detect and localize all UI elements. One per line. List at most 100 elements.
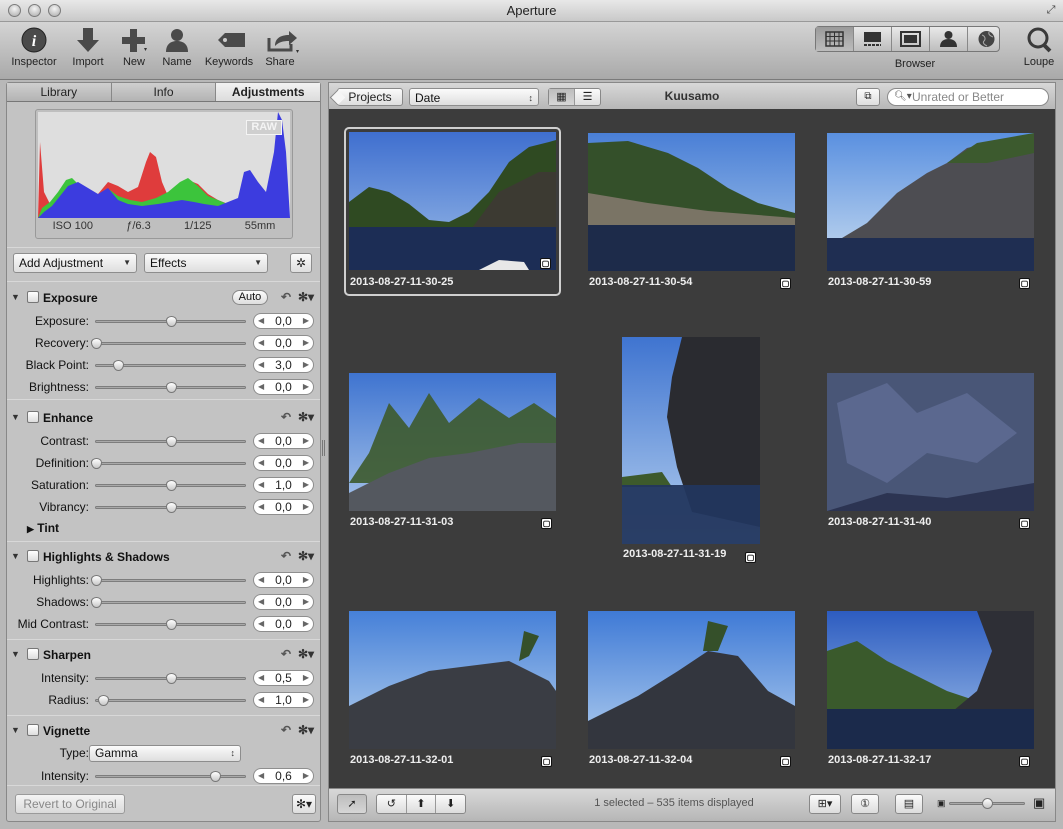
decrement-arrow-icon[interactable]: ◀ [258, 380, 264, 394]
increment-arrow-icon[interactable]: ▶ [303, 336, 309, 350]
slider-knob[interactable] [165, 673, 177, 684]
reset-icon[interactable]: ↶ [281, 410, 291, 424]
value-stepper[interactable]: ◀ 0,0 ▶ [253, 455, 314, 471]
value-stepper[interactable]: ◀ 0,0 ▶ [253, 594, 314, 610]
slider-track[interactable] [91, 458, 246, 469]
slider-track[interactable] [95, 695, 246, 706]
increment-arrow-icon[interactable]: ▶ [303, 769, 309, 783]
gear-icon[interactable]: ✻▾ [298, 410, 314, 424]
value-stepper[interactable]: ◀ 0,6 ▶ [253, 768, 314, 784]
minimize-window-button[interactable] [28, 4, 41, 17]
slider-track[interactable] [95, 480, 246, 491]
value-stepper[interactable]: ◀ 0,0 ▶ [253, 499, 314, 515]
inspector-button[interactable]: i Inspector [8, 26, 60, 68]
grid-view-button[interactable] [816, 27, 854, 51]
lift-button[interactable]: ⬇ [436, 795, 465, 813]
value-stepper[interactable]: ◀ 0,0 ▶ [253, 616, 314, 632]
slider-knob[interactable] [98, 695, 110, 706]
decrement-arrow-icon[interactable]: ◀ [258, 314, 264, 328]
value-stepper[interactable]: ◀ 1,0 ▶ [253, 477, 314, 493]
decrement-arrow-icon[interactable]: ◀ [258, 595, 264, 609]
increment-arrow-icon[interactable]: ▶ [303, 671, 309, 685]
decrement-arrow-icon[interactable]: ◀ [258, 671, 264, 685]
value-field[interactable]: 0,0 [266, 500, 301, 514]
zoom-window-button[interactable] [48, 4, 61, 17]
slider-knob[interactable] [165, 619, 177, 630]
slider-track[interactable] [91, 338, 246, 349]
close-window-button[interactable] [8, 4, 21, 17]
increment-arrow-icon[interactable]: ▶ [303, 617, 309, 631]
selection-tool-button[interactable]: ➚ [337, 794, 367, 814]
reset-icon[interactable]: ↶ [281, 549, 291, 563]
value-stepper[interactable]: ◀ 3,0 ▶ [253, 357, 314, 373]
increment-arrow-icon[interactable]: ▶ [303, 314, 309, 328]
slider-knob[interactable] [113, 360, 125, 371]
revert-to-original-button[interactable]: Revert to Original [15, 794, 125, 814]
value-field[interactable]: 0,0 [266, 434, 301, 448]
increment-arrow-icon[interactable]: ▶ [303, 595, 309, 609]
effects-popup[interactable]: Effects ▼ [144, 253, 268, 273]
reset-icon[interactable]: ↶ [281, 647, 291, 661]
value-stepper[interactable]: ◀ 0,5 ▶ [253, 670, 314, 686]
loupe-button[interactable]: Loupe [1020, 26, 1058, 68]
increment-arrow-icon[interactable]: ▶ [303, 380, 309, 394]
import-button[interactable]: Import [66, 26, 110, 68]
slider-knob[interactable] [91, 597, 102, 608]
slider-knob[interactable] [165, 382, 177, 393]
value-field[interactable]: 0,0 [266, 336, 301, 350]
faces-view-button[interactable] [930, 27, 968, 51]
tab-info[interactable]: Info [112, 83, 217, 101]
slider-track[interactable] [95, 360, 246, 371]
rotate-left-button[interactable]: ↺ [377, 795, 407, 813]
search-field[interactable]: 🔍︎▾ Unrated or Better [887, 88, 1049, 106]
increment-arrow-icon[interactable]: ▶ [303, 500, 309, 514]
increment-arrow-icon[interactable]: ▶ [303, 478, 309, 492]
value-field[interactable]: 0,6 [266, 769, 301, 783]
reset-icon[interactable]: ↶ [281, 290, 291, 304]
slider-knob[interactable] [982, 798, 993, 809]
photo-thumbnail[interactable]: ▢ 2013-08-27-11-30-59 [827, 133, 1034, 293]
keywords-button[interactable]: Keywords [202, 26, 256, 68]
decrement-arrow-icon[interactable]: ◀ [258, 769, 264, 783]
projects-back-button[interactable]: Projects [337, 88, 403, 106]
value-field[interactable]: 0,0 [266, 380, 301, 394]
slider-knob[interactable] [91, 575, 102, 586]
value-stepper[interactable]: ◀ 0,0 ▶ [253, 335, 314, 351]
photo-thumbnail[interactable]: ▢ 2013-08-27-11-30-25 [344, 127, 561, 296]
add-adjustment-popup[interactable]: Add Adjustment ▼ [13, 253, 137, 273]
slider-track[interactable] [95, 619, 246, 630]
viewer-view-button[interactable] [892, 27, 930, 51]
fullscreen-icon[interactable]: ⤢ [1045, 4, 1057, 16]
value-field[interactable]: 0,0 [266, 595, 301, 609]
value-field[interactable]: 1,0 [266, 693, 301, 707]
slider-knob[interactable] [165, 480, 177, 491]
increment-arrow-icon[interactable]: ▶ [303, 573, 309, 587]
value-field[interactable]: 0,0 [266, 617, 301, 631]
value-stepper[interactable]: ◀ 1,0 ▶ [253, 692, 314, 708]
gear-icon[interactable]: ✻▾ [298, 723, 314, 737]
primary-only-button[interactable]: ① [851, 794, 879, 814]
share-button[interactable]: Share [260, 26, 300, 68]
value-field[interactable]: 0,0 [266, 456, 301, 470]
photo-thumbnail[interactable]: ▢ 2013-08-27-11-32-17 [827, 611, 1034, 771]
sort-popup[interactable]: Date ↕ [409, 88, 539, 106]
decrement-arrow-icon[interactable]: ◀ [258, 573, 264, 587]
metadata-overlay-button[interactable]: ▤ [895, 794, 923, 814]
increment-arrow-icon[interactable]: ▶ [303, 434, 309, 448]
new-button[interactable]: New [116, 26, 152, 68]
vignette-type-popup[interactable]: Gamma ↕ [89, 745, 241, 762]
thumbnail-size-slider[interactable] [949, 798, 1025, 809]
auto-exposure-button[interactable]: Auto [232, 290, 268, 305]
value-field[interactable]: 0,5 [266, 671, 301, 685]
decrement-arrow-icon[interactable]: ◀ [258, 478, 264, 492]
slider-knob[interactable] [165, 502, 177, 513]
list-view-toggle[interactable]: ☰ [575, 89, 600, 105]
tint-disclosure[interactable]: ▶ Tint [27, 521, 59, 535]
slider-knob[interactable] [210, 771, 222, 782]
value-field[interactable]: 0,0 [266, 314, 301, 328]
slider-knob[interactable] [165, 316, 177, 327]
reset-icon[interactable]: ↶ [281, 723, 291, 737]
slider-knob[interactable] [165, 436, 177, 447]
decrement-arrow-icon[interactable]: ◀ [258, 434, 264, 448]
slider-knob[interactable] [91, 458, 102, 469]
